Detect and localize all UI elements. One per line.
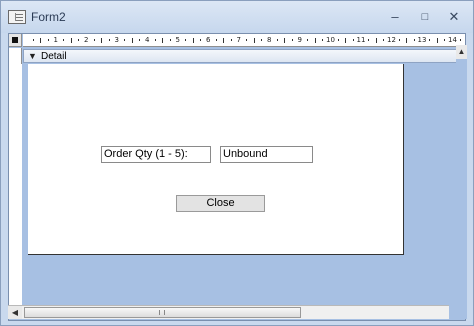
ruler-tick	[192, 38, 194, 43]
ruler-tick	[32, 39, 34, 41]
ruler-tick	[70, 38, 72, 43]
ruler-tick	[383, 39, 385, 41]
ruler-tick	[154, 39, 156, 41]
detail-canvas[interactable]: Order Qty (1 - 5): Unbound Close	[28, 64, 404, 255]
maximize-button[interactable]: □	[413, 7, 437, 27]
ruler-tick	[322, 39, 324, 41]
close-window-button[interactable]: ✕	[442, 7, 466, 27]
ruler-tick	[352, 39, 354, 41]
ruler-tick	[375, 38, 377, 43]
ruler-tick	[436, 38, 438, 43]
ruler-tick	[253, 38, 255, 43]
ruler-tick	[101, 38, 103, 43]
ruler-tick	[200, 39, 202, 41]
ruler-tick	[291, 39, 293, 41]
ruler-tick	[93, 39, 95, 41]
ruler-number: 10	[326, 36, 335, 44]
grip-icon	[159, 310, 165, 315]
ruler-number: 11	[356, 36, 366, 44]
ruler-tick	[406, 38, 408, 43]
ruler-number: 2	[84, 36, 89, 44]
vertical-scrollbar[interactable]: ▲	[456, 45, 467, 319]
ruler-tick	[139, 39, 141, 41]
ruler-number: 12	[387, 36, 396, 44]
order-qty-label[interactable]: Order Qty (1 - 5):	[101, 146, 211, 163]
ruler-number: 13	[417, 36, 427, 44]
ruler-tick	[261, 39, 263, 41]
title-bar[interactable]: Form2 – □ ✕	[1, 1, 473, 33]
ruler-number: 3	[114, 36, 119, 44]
ruler-tick	[185, 39, 187, 41]
ruler-number: 6	[206, 36, 211, 44]
close-button[interactable]: Close	[176, 195, 265, 212]
ruler-tick	[368, 39, 370, 41]
form-design-window: Form2 – □ ✕ 1234567891011121314 1234567 …	[0, 0, 474, 326]
ruler-tick	[246, 39, 248, 41]
window-title: Form2	[31, 10, 66, 24]
scroll-up-arrow-icon[interactable]: ▲	[456, 45, 467, 59]
ruler-number: 9	[297, 36, 302, 44]
ruler-number: 1	[53, 36, 58, 44]
horizontal-scrollbar[interactable]: ◀	[8, 305, 449, 319]
ruler-tick	[413, 39, 415, 41]
ruler-tick	[444, 39, 446, 41]
ruler-select-box-icon[interactable]	[9, 34, 22, 47]
ruler-tick	[429, 39, 431, 41]
ruler-tick	[63, 39, 65, 41]
ruler-tick	[47, 39, 49, 41]
ruler-number: 14	[448, 36, 457, 44]
ruler-tick	[124, 39, 126, 41]
section-selector-strip	[9, 64, 22, 308]
detail-section-label: Detail	[41, 51, 67, 62]
ruler-tick	[337, 39, 339, 41]
ruler-tick	[398, 39, 400, 41]
ruler-tick	[284, 38, 286, 43]
minimize-button[interactable]: –	[383, 7, 407, 27]
ruler-number: 4	[145, 36, 150, 44]
ruler-tick	[131, 38, 133, 43]
horizontal-ruler[interactable]: 1 2 3 4 5 6 7 8 9 10 11 12 13 14	[23, 34, 465, 47]
ruler-number: 5	[175, 36, 180, 44]
ruler-tick	[40, 38, 42, 43]
ruler-tick	[459, 39, 461, 41]
ruler-tick	[314, 38, 316, 43]
ruler-tick	[162, 38, 164, 43]
form-icon	[8, 10, 26, 24]
ruler-tick	[223, 38, 225, 43]
ruler-tick	[78, 39, 80, 41]
order-qty-textbox[interactable]: Unbound	[220, 146, 313, 163]
scroll-thumb[interactable]	[24, 307, 301, 318]
ruler-tick	[307, 39, 309, 41]
ruler-number: 7	[236, 36, 241, 44]
design-surface: 1234567891011121314 1234567 ▼ Detail Ord…	[8, 33, 466, 321]
ruler-tick	[108, 39, 110, 41]
ruler-tick	[215, 39, 217, 41]
scroll-left-arrow-icon[interactable]: ◀	[8, 306, 22, 319]
ruler-tick	[276, 39, 278, 41]
detail-section-bar[interactable]: ▼ Detail	[23, 49, 457, 63]
ruler-tick	[345, 38, 347, 43]
ruler-tick	[230, 39, 232, 41]
ruler-tick	[169, 39, 171, 41]
ruler-number: 8	[267, 36, 272, 44]
detail-section-arrow-icon: ▼	[28, 51, 37, 61]
